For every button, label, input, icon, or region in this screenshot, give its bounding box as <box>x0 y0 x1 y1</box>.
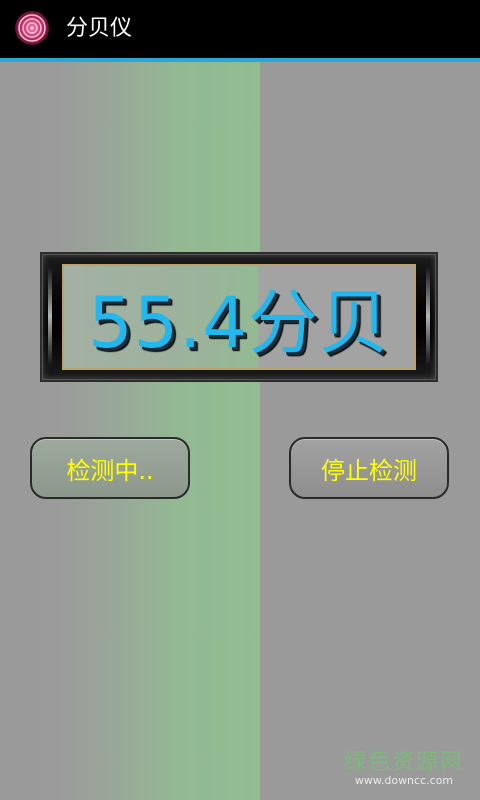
frame-highlight-right <box>426 266 430 366</box>
watermark-url: www.downcc.com <box>354 774 454 787</box>
app-title: 分贝仪 <box>66 16 133 41</box>
decibel-display: 55.4分贝 <box>40 252 438 382</box>
display-screen: 55.4分贝 <box>62 264 416 370</box>
decibel-reading: 55.4分贝 <box>88 281 390 364</box>
detecting-button[interactable]: 检测中.. <box>30 437 190 499</box>
watermark: 绿色资源网 www.downcc.com <box>342 744 466 787</box>
frame-highlight-left <box>48 266 52 366</box>
title-bar: 分贝仪 <box>0 0 480 58</box>
watermark-text: 绿色资源网 <box>343 750 464 775</box>
app-logo-icon <box>15 11 49 45</box>
main-content <box>0 62 480 800</box>
stop-detection-button[interactable]: 停止检测 <box>289 437 449 499</box>
